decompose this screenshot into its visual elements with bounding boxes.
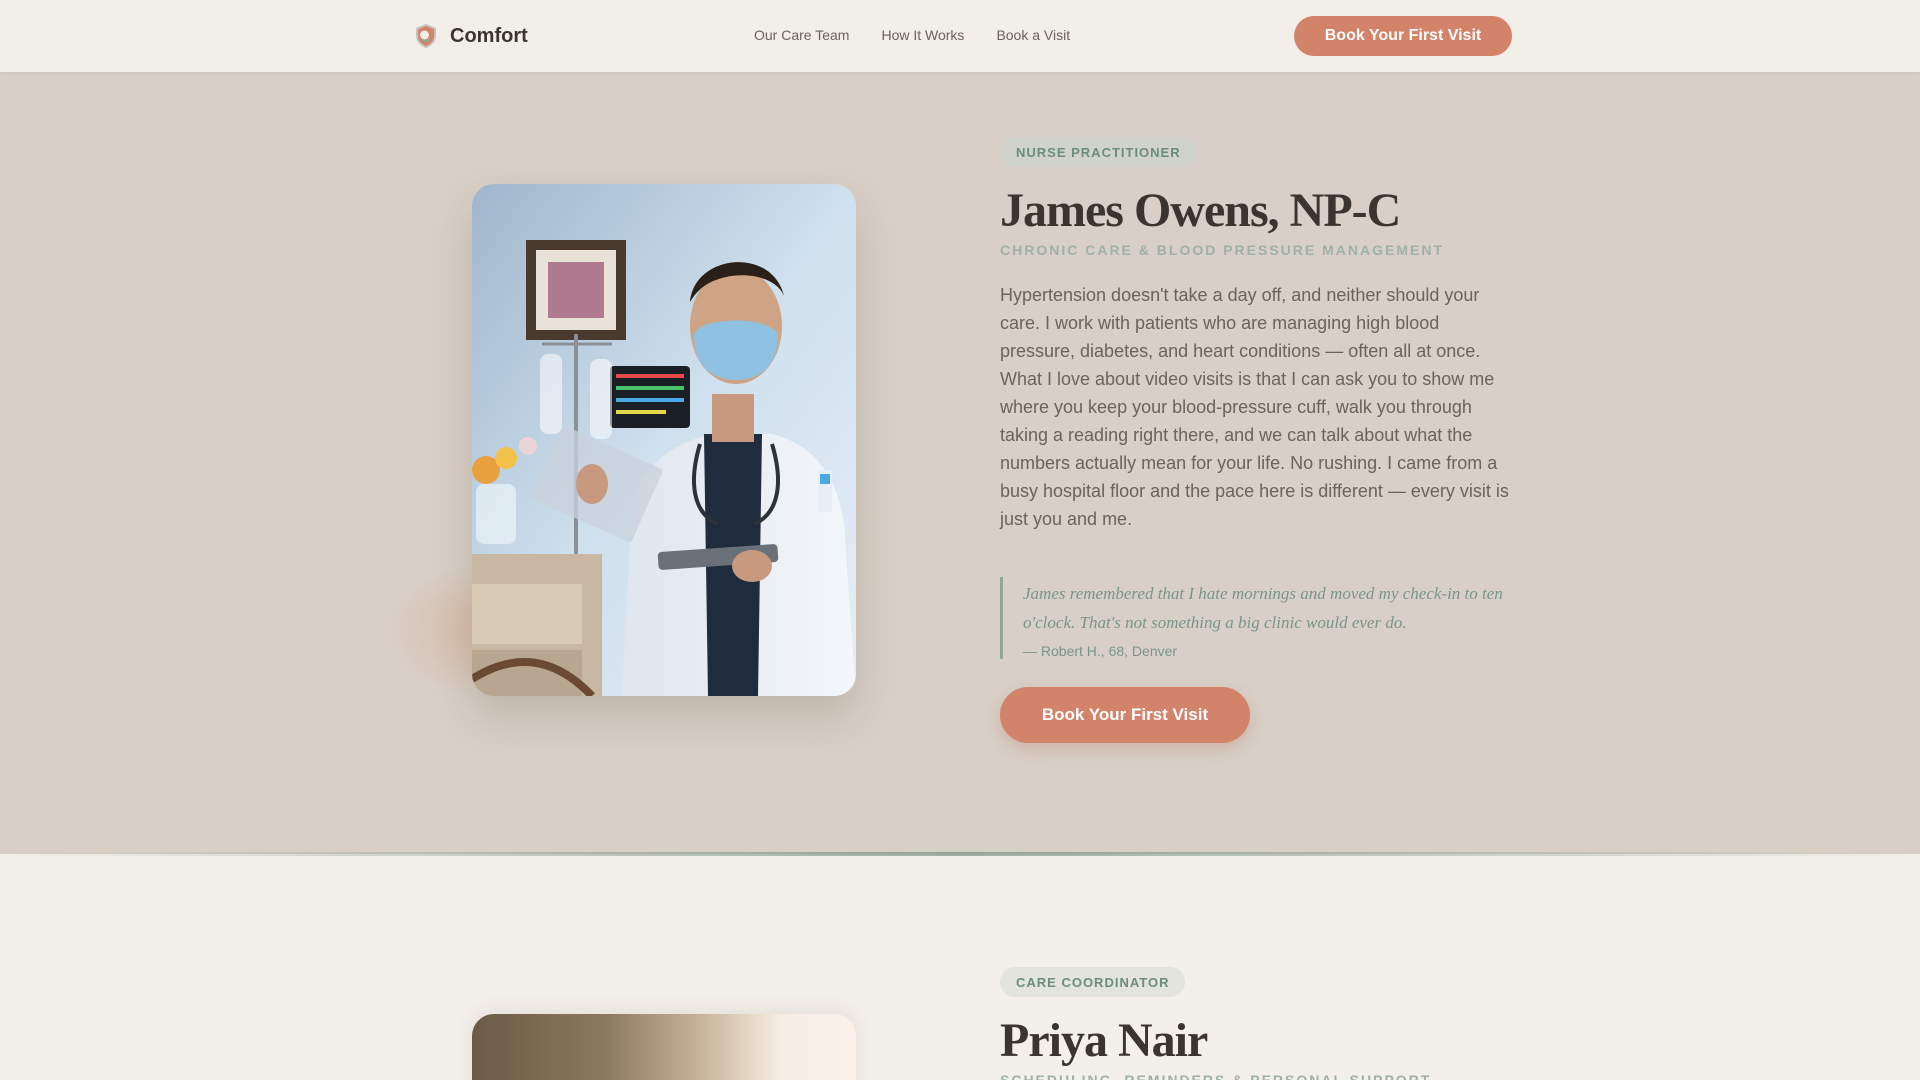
nav-how-it-works[interactable]: How It Works (881, 27, 964, 43)
profile-section-priya (0, 856, 1920, 1080)
provider-name: James Owens, NP-C (1000, 184, 1401, 237)
brand-logo-link[interactable]: Comfort (412, 22, 528, 50)
role-badge: NURSE PRACTITIONER (1000, 137, 1197, 167)
nav-our-care-team[interactable]: Our Care Team (754, 27, 849, 43)
shield-heart-icon (416, 24, 436, 48)
provider-specialty-2: SCHEDULING, REMINDERS & PERSONAL SUPPORT (1000, 1072, 1432, 1080)
profile-section-james (0, 72, 1920, 854)
testimonial-author: — Robert H., 68, Denver (1023, 643, 1178, 659)
patient-testimonial: James remembered that I hate mornings an… (1000, 577, 1512, 659)
header-book-first-visit-button[interactable]: Book Your First Visit (1294, 16, 1512, 56)
testimonial-text: James remembered that I hate mornings an… (1023, 584, 1503, 632)
main-nav: Our Care Team How It Works Book a Visit (754, 27, 1070, 43)
brand-name: Comfort (450, 24, 528, 47)
site-header: Comfort Our Care Team How It Works Book … (0, 0, 1920, 72)
role-badge-2: CARE COORDINATOR (1000, 967, 1186, 997)
provider-specialty: CHRONIC CARE & BLOOD PRESSURE MANAGEMENT (1000, 242, 1445, 258)
book-first-visit-button[interactable]: Book Your First Visit (1000, 687, 1250, 743)
provider-bio: Hypertension doesn't take a day off, and… (1000, 285, 1509, 529)
priya-nair-photo (472, 1014, 856, 1080)
provider-name-2: Priya Nair (1000, 1014, 1208, 1067)
james-owens-photo (472, 184, 856, 696)
nav-book-a-visit[interactable]: Book a Visit (996, 27, 1070, 43)
